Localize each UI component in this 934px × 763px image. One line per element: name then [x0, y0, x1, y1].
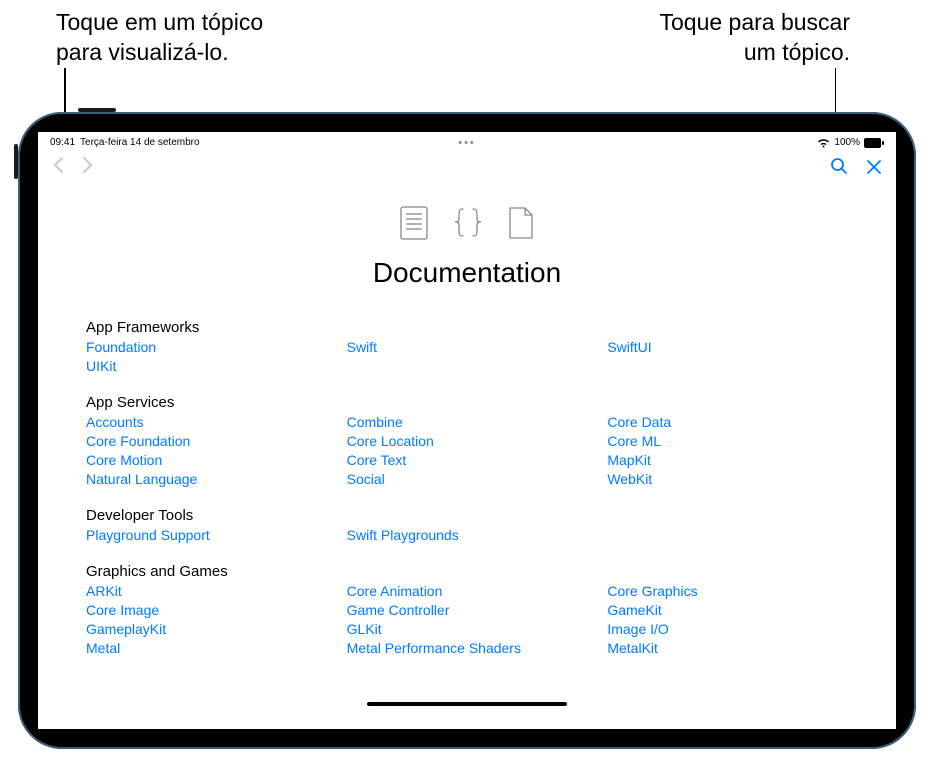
topic-link[interactable]: Core Foundation — [86, 433, 327, 449]
topic-link[interactable]: UIKit — [86, 358, 327, 374]
link-grid: Foundation Swift SwiftUI UIKit — [86, 339, 848, 374]
section-header: App Services — [86, 394, 848, 411]
topic-link[interactable]: Game Controller — [347, 602, 588, 618]
topic-link[interactable]: Swift — [347, 339, 588, 355]
topic-link[interactable]: MapKit — [607, 452, 848, 468]
topic-link[interactable]: Core Graphics — [607, 583, 848, 599]
topic-link[interactable]: Core Animation — [347, 583, 588, 599]
link-grid: ARKit Core Animation Core Graphics Core Ima… — [86, 583, 848, 656]
topic-link[interactable]: ARKit — [86, 583, 327, 599]
battery-percent: 100% — [834, 137, 860, 148]
status-date: Terça-feira 14 de setembro — [80, 137, 200, 148]
status-time: 09:41 — [50, 137, 75, 148]
page-title: Documentation — [38, 257, 896, 289]
close-icon[interactable] — [866, 155, 882, 181]
link-grid: Playground Support Swift Playgrounds — [86, 527, 848, 543]
section-header: App Frameworks — [86, 319, 848, 336]
list-icon — [400, 206, 428, 245]
topic-link[interactable]: GameKit — [607, 602, 848, 618]
topic-link[interactable]: Core Data — [607, 414, 848, 430]
topic-link[interactable]: Combine — [347, 414, 588, 430]
nav-bar — [38, 150, 896, 186]
topic-link[interactable]: Playground Support — [86, 527, 327, 543]
link-grid: Accounts Combine Core Data Core Foundation C… — [86, 414, 848, 487]
topic-link[interactable]: Image I/O — [607, 621, 848, 637]
home-indicator — [367, 702, 567, 706]
wifi-icon — [817, 138, 830, 148]
topic-link[interactable]: GLKit — [347, 621, 588, 637]
doc-header: Documentation — [38, 186, 896, 299]
topic-link[interactable]: Swift Playgrounds — [347, 527, 588, 543]
page-icon — [508, 206, 534, 245]
ipad-device-frame: 09:41 Terça-feira 14 de setembro ••• 100… — [18, 112, 916, 749]
ipad-screen: 09:41 Terça-feira 14 de setembro ••• 100… — [38, 132, 896, 729]
section: App Frameworks Foundation Swift SwiftUI UIKi… — [86, 319, 848, 374]
topic-link[interactable]: Foundation — [86, 339, 327, 355]
topic-link[interactable]: Core Location — [347, 433, 588, 449]
content-area: App Frameworks Foundation Swift SwiftUI UIKi… — [38, 299, 896, 676]
topic-link[interactable]: Metal — [86, 640, 327, 656]
topic-link[interactable]: Core ML — [607, 433, 848, 449]
topic-link[interactable]: Natural Language — [86, 471, 327, 487]
callout-right: Toque para buscar um tópico. — [659, 8, 850, 68]
section-header: Graphics and Games — [86, 563, 848, 580]
battery-icon — [864, 138, 884, 148]
braces-icon — [452, 206, 484, 245]
forward-button[interactable] — [82, 156, 94, 180]
status-dots: ••• — [458, 137, 476, 149]
status-bar: 09:41 Terça-feira 14 de setembro ••• 100… — [38, 132, 896, 150]
section: Developer Tools Playground Support Swift P… — [86, 507, 848, 543]
topic-link[interactable]: Social — [347, 471, 588, 487]
topic-link[interactable]: Core Text — [347, 452, 588, 468]
callout-left: Toque em um tópico para visualizá-lo. — [56, 8, 263, 68]
back-button[interactable] — [52, 156, 64, 180]
topic-link[interactable]: WebKit — [607, 471, 848, 487]
section: Graphics and Games ARKit Core Animation Cor… — [86, 563, 848, 656]
section-header: Developer Tools — [86, 507, 848, 524]
topic-link[interactable]: Core Motion — [86, 452, 327, 468]
topic-link[interactable]: Accounts — [86, 414, 327, 430]
section: App Services Accounts Combine Core Data Core… — [86, 394, 848, 487]
topic-link[interactable]: GameplayKit — [86, 621, 327, 637]
search-icon[interactable] — [830, 157, 848, 180]
topic-link[interactable]: Core Image — [86, 602, 327, 618]
topic-link[interactable]: MetalKit — [607, 640, 848, 656]
topic-link[interactable]: Metal Performance Shaders — [347, 640, 588, 656]
topic-link[interactable]: SwiftUI — [607, 339, 848, 355]
